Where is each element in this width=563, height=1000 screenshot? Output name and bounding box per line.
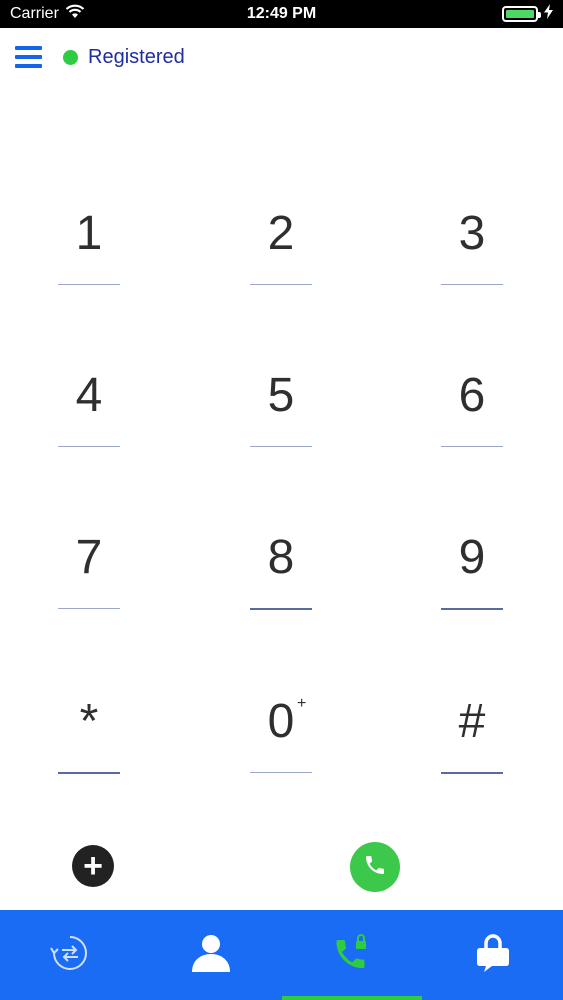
key-digit: 2 xyxy=(267,207,295,260)
key-2[interactable]: 2 xyxy=(221,210,341,340)
battery-icon xyxy=(502,6,541,22)
phone-icon xyxy=(363,853,387,882)
key-digit: 3 xyxy=(458,207,486,260)
registration-status-dot xyxy=(63,49,78,65)
hamburger-menu-icon[interactable] xyxy=(15,46,42,68)
tab-call-history[interactable] xyxy=(0,910,141,1000)
tab-secure-message[interactable] xyxy=(422,910,563,1000)
key-underline xyxy=(250,608,312,610)
carrier-label: Carrier xyxy=(10,5,59,22)
key-digit: * xyxy=(79,695,99,748)
key-1[interactable]: 1 xyxy=(29,210,149,340)
key-underline xyxy=(58,608,120,609)
battery-level xyxy=(506,10,534,18)
key-digit: 0 + xyxy=(267,695,307,748)
key-digit: 1 xyxy=(75,207,103,260)
tab-contacts[interactable] xyxy=(141,910,282,1000)
key-digit-main: 0 xyxy=(267,695,295,748)
add-button[interactable]: + xyxy=(72,845,114,887)
key-digit: # xyxy=(458,695,486,748)
call-history-icon xyxy=(49,932,91,979)
bottom-tab-bar xyxy=(0,910,563,1000)
key-underline xyxy=(441,446,503,447)
key-underline xyxy=(441,608,503,610)
key-digit: 5 xyxy=(267,369,295,422)
status-bar: Carrier 12:49 PM xyxy=(0,0,563,28)
status-bar-right xyxy=(502,4,553,24)
call-button[interactable] xyxy=(350,842,400,892)
secure-message-icon xyxy=(476,932,510,979)
key-digit: 7 xyxy=(75,531,103,584)
charging-icon xyxy=(544,4,553,24)
key-underline xyxy=(441,284,503,285)
key-9[interactable]: 9 xyxy=(412,534,532,664)
key-underline xyxy=(58,772,120,774)
key-3[interactable]: 3 xyxy=(412,210,532,340)
key-digit: 4 xyxy=(75,369,103,422)
key-4[interactable]: 4 xyxy=(29,372,149,502)
key-digit: 6 xyxy=(458,369,486,422)
tab-secure-call[interactable] xyxy=(281,910,423,1000)
key-underline xyxy=(441,772,503,774)
key-5[interactable]: 5 xyxy=(221,372,341,502)
key-underline xyxy=(250,772,312,773)
key-underline xyxy=(58,284,120,285)
key-digit: 8 xyxy=(267,531,295,584)
key-underline xyxy=(250,284,312,285)
key-star[interactable]: * xyxy=(29,698,149,828)
key-8[interactable]: 8 xyxy=(221,534,341,664)
app-header: Registered xyxy=(0,28,563,86)
key-digit: 9 xyxy=(458,531,486,584)
key-digit-plus: + xyxy=(297,695,307,712)
status-bar-left: Carrier xyxy=(10,4,85,24)
key-underline xyxy=(58,446,120,447)
wifi-icon xyxy=(65,4,85,24)
secure-call-icon xyxy=(331,932,373,979)
key-underline xyxy=(250,446,312,447)
plus-icon: + xyxy=(83,847,103,885)
key-hash[interactable]: # xyxy=(412,698,532,828)
registration-status-label: Registered xyxy=(88,45,185,68)
active-tab-indicator xyxy=(281,996,423,1000)
key-6[interactable]: 6 xyxy=(412,372,532,502)
dialer-screen: Carrier 12:49 PM Registered 1 2 3 4 5 6 … xyxy=(0,0,563,1000)
key-7[interactable]: 7 xyxy=(29,534,149,664)
key-0[interactable]: 0 + xyxy=(221,695,341,828)
contact-icon xyxy=(190,932,232,979)
